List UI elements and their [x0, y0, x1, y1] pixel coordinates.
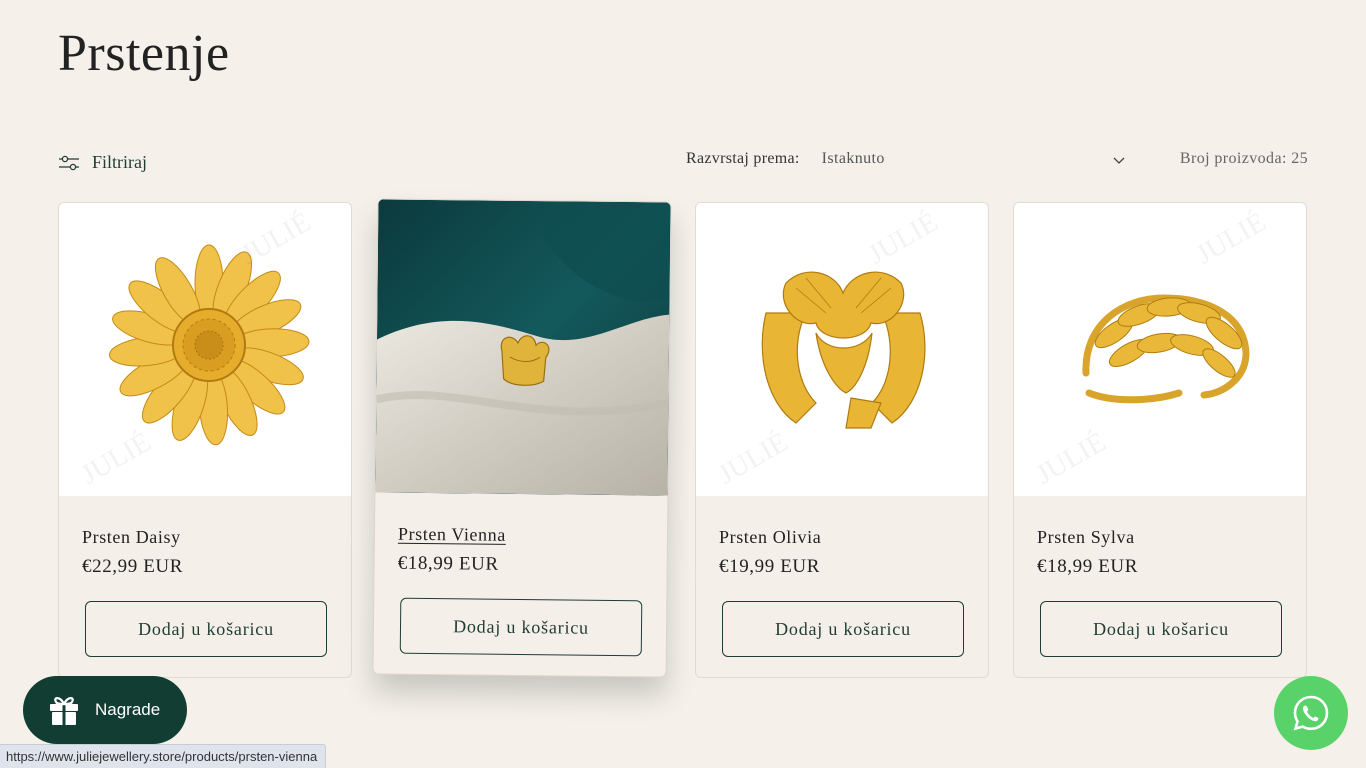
collection-toolbar: Filtriraj Razvrstaj prema: Istaknuto Bro…	[58, 148, 1308, 178]
product-image-vienna[interactable]	[375, 199, 671, 496]
product-price: €22,99 EUR	[82, 556, 183, 577]
sort-value[interactable]: Istaknuto	[822, 150, 1112, 168]
sort-select[interactable]: Razvrstaj prema: Istaknuto	[686, 150, 1126, 168]
product-name[interactable]: Prsten Olivia	[719, 527, 821, 548]
chevron-down-icon[interactable]	[1112, 153, 1126, 167]
add-to-cart-button[interactable]: Dodaj u košaricu	[399, 597, 643, 657]
product-card[interactable]: JULIÉ JULIÉ Prsten Olivia €19,99 EUR Dod…	[695, 202, 989, 678]
product-name[interactable]: Prsten Daisy	[82, 527, 181, 548]
product-card[interactable]: JULIÉ JULIÉ Prsten Sylva €18,99 EUR Doda…	[1013, 202, 1307, 678]
vienna-ring-photo	[375, 199, 671, 496]
gift-icon	[50, 697, 78, 725]
filter-label: Filtriraj	[92, 152, 147, 172]
product-price: €19,99 EUR	[719, 556, 820, 577]
product-name[interactable]: Prsten Vienna	[398, 524, 506, 546]
whatsapp-chat-button[interactable]	[1274, 676, 1348, 750]
product-price: €18,99 EUR	[1037, 556, 1138, 577]
add-to-cart-button[interactable]: Dodaj u košaricu	[1040, 601, 1282, 657]
page-title: Prstenje	[58, 25, 230, 82]
sort-label: Razvrstaj prema:	[686, 150, 800, 167]
rewards-button[interactable]: Nagrade	[23, 676, 187, 744]
product-card[interactable]: Prsten Vienna €18,99 EUR Dodaj u košaric…	[372, 198, 672, 678]
sliders-icon	[59, 155, 79, 170]
filter-button[interactable]: Filtriraj	[58, 152, 147, 173]
product-image-daisy[interactable]: JULIÉ JULIÉ	[59, 203, 351, 496]
status-bar-url: https://www.juliejewellery.store/product…	[0, 744, 327, 768]
add-to-cart-button[interactable]: Dodaj u košaricu	[85, 601, 327, 657]
rewards-label: Nagrade	[95, 700, 161, 719]
product-count: Broj proizvoda: 25	[1179, 150, 1308, 167]
product-name[interactable]: Prsten Sylva	[1037, 527, 1135, 548]
product-image-sylva[interactable]: JULIÉ JULIÉ	[1014, 203, 1306, 496]
product-card[interactable]: JULIÉ JULIÉ Prsten Daisy €22,99 EUR Doda…	[58, 202, 352, 678]
product-price: €18,99 EUR	[397, 552, 499, 575]
product-image-olivia[interactable]: JULIÉ JULIÉ	[696, 203, 988, 496]
whatsapp-icon	[1293, 695, 1329, 731]
add-to-cart-button[interactable]: Dodaj u košaricu	[722, 601, 964, 657]
